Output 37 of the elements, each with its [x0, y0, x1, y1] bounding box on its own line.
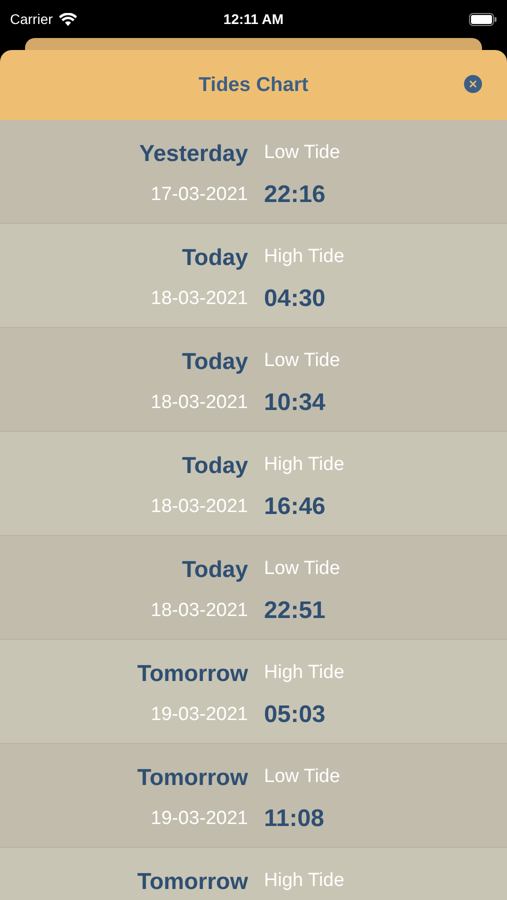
tide-date: 17-03-2021 — [150, 183, 248, 207]
tide-time: 11:08 — [264, 804, 326, 834]
wifi-icon — [58, 12, 77, 26]
day-label: Tomorrow — [136, 659, 248, 688]
day-label: Today — [180, 243, 248, 272]
close-button[interactable] — [464, 75, 482, 93]
tide-date: 19-03-2021 — [150, 807, 248, 831]
tide-type: High Tide — [264, 453, 346, 477]
tide-time: 05:03 — [264, 700, 326, 730]
day-label: Yesterday — [138, 139, 248, 168]
day-label: Today — [180, 347, 248, 376]
close-icon — [469, 80, 477, 88]
carrier-label: Carrier — [10, 10, 53, 28]
tide-time: 22:16 — [264, 180, 326, 210]
tide-type: Low Tide — [264, 141, 342, 165]
clock-time: 12:11 AM — [223, 10, 284, 28]
tide-type: Low Tide — [264, 765, 342, 789]
tide-time: 22:51 — [264, 596, 326, 626]
day-label: Tomorrow — [136, 763, 248, 792]
day-label: Tomorrow — [136, 867, 248, 896]
tide-time: 04:30 — [264, 284, 326, 314]
tide-date: 18-03-2021 — [150, 495, 248, 519]
tide-type: Low Tide — [264, 349, 342, 373]
tide-type: Low Tide — [264, 557, 342, 581]
tide-date: 18-03-2021 — [150, 287, 248, 311]
day-label: Today — [180, 555, 248, 584]
tide-date: 18-03-2021 — [150, 599, 248, 623]
day-label: Today — [180, 451, 248, 480]
tide-date: 18-03-2021 — [150, 391, 248, 415]
sheet-title: Tides Chart — [198, 73, 308, 98]
battery-icon — [469, 12, 497, 26]
tide-type: High Tide — [264, 869, 346, 893]
tide-date: 19-03-2021 — [150, 703, 248, 727]
tide-type: High Tide — [264, 245, 346, 269]
tide-time: 10:34 — [264, 388, 326, 418]
tide-type: High Tide — [264, 661, 346, 685]
tide-time: 16:46 — [264, 492, 326, 522]
